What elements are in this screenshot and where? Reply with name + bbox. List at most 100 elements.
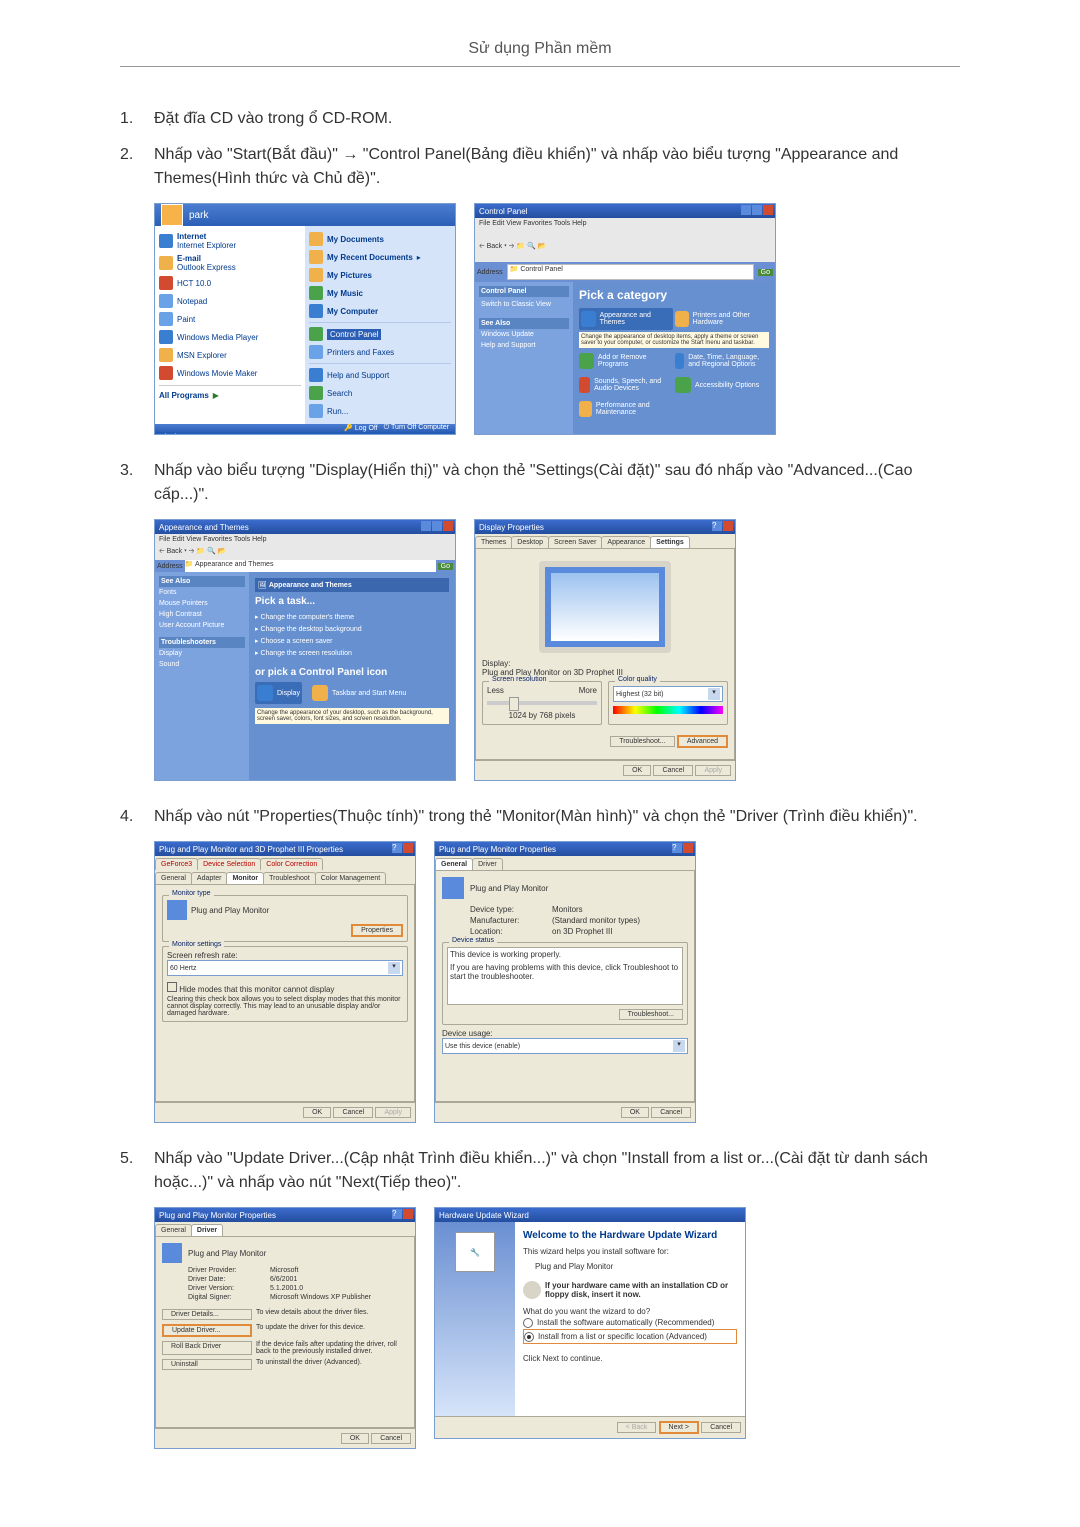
at-contrast[interactable]: High Contrast <box>159 609 245 620</box>
sm-computer[interactable]: My Computer <box>309 302 451 320</box>
tab-driver[interactable]: Driver <box>191 1224 223 1236</box>
uninstall-button[interactable]: Uninstall <box>162 1359 252 1370</box>
driver-details-button[interactable]: Driver Details... <box>162 1309 252 1320</box>
tab-screensaver[interactable]: Screen Saver <box>548 536 602 548</box>
apply-button[interactable]: Apply <box>695 765 731 776</box>
sm-docs[interactable]: My Documents <box>309 230 451 248</box>
sm-email[interactable]: E-mailOutlook Express <box>159 252 301 274</box>
window-buttons[interactable] <box>421 521 453 531</box>
at-toolbar[interactable]: 🡠 Back ▾ 🡢 📁 🔍 📂 <box>155 545 455 560</box>
apply-button[interactable]: Apply <box>375 1107 411 1118</box>
see-also-wu[interactable]: Windows Update <box>479 329 569 340</box>
turnoff-button[interactable]: ⏻ Turn Off Computer <box>384 424 449 432</box>
sm-internet[interactable]: InternetInternet Explorer <box>159 230 301 252</box>
sm-controlpanel[interactable]: Control Panel <box>309 325 451 343</box>
at-go-button[interactable]: Go <box>438 563 453 570</box>
address-bar[interactable]: 📁 Control Panel <box>507 264 754 280</box>
opt-auto[interactable]: Install the software automatically (Reco… <box>523 1316 737 1329</box>
cat-performance[interactable]: Performance and Maintenance <box>579 398 673 420</box>
tab-devsel[interactable]: Device Selection <box>197 858 261 870</box>
sm-wmp[interactable]: Windows Media Player <box>159 328 301 346</box>
sm-help[interactable]: Help and Support <box>309 366 451 384</box>
tab-appearance[interactable]: Appearance <box>601 536 651 548</box>
refresh-select[interactable]: 60 Hertz▾ <box>167 960 403 976</box>
logoff-button[interactable]: 🔑 Log Off <box>344 424 378 432</box>
cat-sounds[interactable]: Sounds, Speech, and Audio Devices <box>579 374 673 396</box>
at-ts-display[interactable]: Display <box>159 648 245 659</box>
tab-colorcorr[interactable]: Color Correction <box>260 858 323 870</box>
sm-pics[interactable]: My Pictures <box>309 266 451 284</box>
window-buttons[interactable]: ? <box>712 521 733 531</box>
sm-all-programs[interactable]: All Programs ▶ <box>159 389 301 402</box>
update-driver-button[interactable]: Update Driver... <box>162 1324 252 1337</box>
color-quality-select[interactable]: Highest (32 bit)▾ <box>613 686 723 702</box>
sm-wmm[interactable]: Windows Movie Maker <box>159 364 301 382</box>
cancel-button[interactable]: Cancel <box>371 1433 411 1444</box>
cancel-button[interactable]: Cancel <box>333 1107 373 1118</box>
sm-recent[interactable]: My Recent Documents ▸ <box>309 248 451 266</box>
cancel-button[interactable]: Cancel <box>701 1422 741 1433</box>
tab-general[interactable]: General <box>155 1224 192 1236</box>
cat-addremove[interactable]: Add or Remove Programs <box>579 350 673 372</box>
ok-button[interactable]: OK <box>621 1107 649 1118</box>
tab-monitor[interactable]: Monitor <box>226 872 264 884</box>
sm-msn[interactable]: MSN Explorer <box>159 346 301 364</box>
tab-settings[interactable]: Settings <box>650 536 690 548</box>
resolution-slider[interactable] <box>487 701 597 705</box>
switch-view[interactable]: Switch to Classic View <box>479 299 569 310</box>
cp-icon-taskbar[interactable]: Taskbar and Start Menu <box>312 682 406 704</box>
sm-paint[interactable]: Paint <box>159 310 301 328</box>
sm-run[interactable]: Run... <box>309 402 451 420</box>
tab-driver[interactable]: Driver <box>472 858 503 870</box>
ok-button[interactable]: OK <box>623 765 651 776</box>
window-buttons[interactable]: ? <box>392 1209 413 1219</box>
cat-printers[interactable]: Printers and Other Hardware <box>675 308 769 330</box>
opt-list[interactable]: Install from a list or specific location… <box>523 1329 737 1344</box>
task-theme[interactable]: ▸ Change the computer's theme <box>255 611 449 623</box>
at-fonts[interactable]: Fonts <box>159 587 245 598</box>
advanced-button[interactable]: Advanced <box>677 735 728 748</box>
tab-general[interactable]: General <box>155 872 192 884</box>
tab-general[interactable]: General <box>435 858 473 870</box>
window-buttons[interactable] <box>741 205 773 215</box>
window-buttons[interactable]: ? <box>672 843 693 853</box>
at-menu[interactable]: File Edit View Favorites Tools Help <box>155 534 455 545</box>
tab-geforce[interactable]: GeForce3 <box>155 858 198 870</box>
properties-button[interactable]: Properties <box>351 924 403 937</box>
task-bg[interactable]: ▸ Change the desktop background <box>255 623 449 635</box>
sm-hct[interactable]: HCT 10.0 <box>159 274 301 292</box>
at-userpic[interactable]: User Account Picture <box>159 620 245 631</box>
at-address[interactable]: 📁 Appearance and Themes <box>185 560 436 572</box>
tab-desktop[interactable]: Desktop <box>511 536 549 548</box>
cat-datetime[interactable]: Date, Time, Language, and Regional Optio… <box>675 350 769 372</box>
rollback-button[interactable]: Roll Back Driver <box>162 1341 252 1355</box>
back-button[interactable]: < Back <box>617 1422 657 1433</box>
hide-modes-checkbox[interactable] <box>167 982 177 992</box>
go-button[interactable]: Go <box>758 269 773 276</box>
cp-icon-display[interactable]: Display <box>255 682 302 704</box>
cp-menu[interactable]: File Edit View Favorites Tools Help <box>475 218 775 240</box>
device-usage-select[interactable]: Use this device (enable)▾ <box>442 1038 688 1054</box>
troubleshoot-button[interactable]: Troubleshoot... <box>619 1009 683 1020</box>
taskbar[interactable]: start <box>155 432 455 435</box>
at-ts-sound[interactable]: Sound <box>159 659 245 670</box>
tab-themes[interactable]: Themes <box>475 536 512 548</box>
tab-colormgmt[interactable]: Color Management <box>315 872 387 884</box>
tab-adapter[interactable]: Adapter <box>191 872 228 884</box>
next-button[interactable]: Next > <box>659 1421 699 1434</box>
sm-notepad[interactable]: Notepad <box>159 292 301 310</box>
cancel-button[interactable]: Cancel <box>653 765 693 776</box>
window-buttons[interactable]: ? <box>392 843 413 853</box>
sm-search[interactable]: Search <box>309 384 451 402</box>
ok-button[interactable]: OK <box>341 1433 369 1444</box>
troubleshoot-button[interactable]: Troubleshoot... <box>610 736 674 747</box>
cancel-button[interactable]: Cancel <box>651 1107 691 1118</box>
at-mouse[interactable]: Mouse Pointers <box>159 598 245 609</box>
task-ss[interactable]: ▸ Choose a screen saver <box>255 635 449 647</box>
cp-toolbar[interactable]: 🡠 Back ▾ 🡢 📁 🔍 📂 <box>475 240 775 262</box>
see-also-help[interactable]: Help and Support <box>479 340 569 351</box>
cat-accessibility[interactable]: Accessibility Options <box>675 374 769 396</box>
tab-troubleshoot[interactable]: Troubleshoot <box>263 872 316 884</box>
sm-music[interactable]: My Music <box>309 284 451 302</box>
sm-printers[interactable]: Printers and Faxes <box>309 343 451 361</box>
